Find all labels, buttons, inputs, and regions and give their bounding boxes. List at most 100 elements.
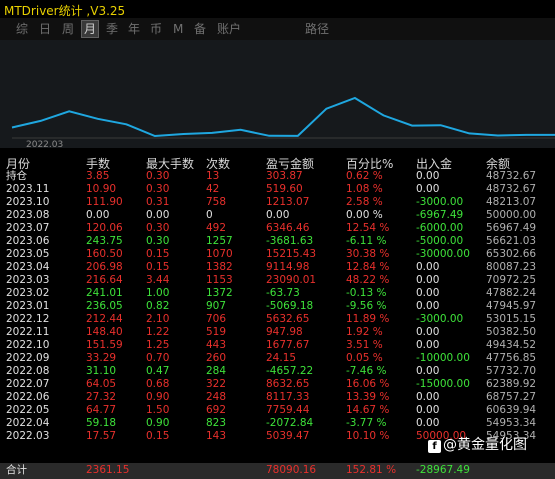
cell-balance: 54953.34 — [486, 417, 537, 429]
tab-notes[interactable]: 备 — [192, 21, 208, 37]
cell-deposit: 0.00 — [416, 339, 440, 351]
cell-balance: 80087.23 — [486, 261, 537, 273]
table-row: 2022.08 31.10 0.47 284 -4657.22 -7.46 % 0.00 57… — [0, 365, 555, 378]
stats-table: 持仓 3.85 0.30 13 303.87 0.62 % 0.00 48732.67 2023… — [0, 170, 555, 443]
app-title: MTDriver统计 ,V3.25 — [4, 4, 126, 18]
cell-max-lots: 0.30 — [146, 170, 170, 182]
cell-profit: 8632.65 — [266, 378, 310, 390]
cell-month: 2023.03 — [6, 274, 50, 286]
tab-year[interactable]: 年 — [126, 21, 142, 37]
cell-lots: 0.00 — [86, 209, 110, 221]
table-row: 2023.02 241.01 1.00 1372 -63.73 -0.13 % 0.00 47… — [0, 287, 555, 300]
cell-lots: 3.85 — [86, 170, 110, 182]
cell-trades: 1070 — [206, 248, 233, 260]
cell-balance: 53015.15 — [486, 313, 537, 325]
cell-lots: 236.05 — [86, 300, 123, 312]
cell-max-lots: 0.30 — [146, 222, 170, 234]
cell-month: 2022.10 — [6, 339, 50, 351]
cell-lots: 243.75 — [86, 235, 123, 247]
cell-max-lots: 0.90 — [146, 417, 170, 429]
cell-percent: 0.05 % — [346, 352, 383, 364]
cell-profit: 9114.98 — [266, 261, 310, 273]
cell-trades: 692 — [206, 404, 227, 416]
cell-max-lots: 0.31 — [146, 196, 170, 208]
tab-magic[interactable]: M — [171, 21, 185, 37]
cell-trades: 1372 — [206, 287, 233, 299]
cell-balance: 60639.94 — [486, 404, 537, 416]
cell-month: 2022.03 — [6, 430, 50, 442]
cell-month: 2023.02 — [6, 287, 50, 299]
table-row: 2022.10 151.59 1.25 443 1677.67 3.51 % 0.00 494… — [0, 339, 555, 352]
cell-deposit: -5000.00 — [416, 235, 464, 247]
table-row: 2023.03 216.64 3.44 1153 23090.01 48.22 % 0.00… — [0, 274, 555, 287]
cell-lots: 64.05 — [86, 378, 117, 390]
cell-max-lots: 1.22 — [146, 326, 170, 338]
cell-month: 2023.05 — [6, 248, 50, 260]
cell-month: 2023.06 — [6, 235, 50, 247]
table-row: 2022.12 212.44 2.10 706 5632.65 11.89 % -3000.… — [0, 313, 555, 326]
cell-max-lots: 0.15 — [146, 248, 170, 260]
table-row: 2023.08 0.00 0.00 0 0.00 0.00 % -6967.49 50000.… — [0, 209, 555, 222]
cell-month: 2022.07 — [6, 378, 50, 390]
cell-month: 2023.04 — [6, 261, 50, 273]
cell-trades: 443 — [206, 339, 227, 351]
cell-profit: 1677.67 — [266, 339, 310, 351]
tab-summary[interactable]: 综 — [14, 21, 30, 37]
cell-trades: 519 — [206, 326, 227, 338]
cell-percent: 30.38 % — [346, 248, 390, 260]
cell-balance: 49434.52 — [486, 339, 537, 351]
cell-balance: 65302.66 — [486, 248, 537, 260]
cell-trades: 42 — [206, 183, 220, 195]
cell-trades: 492 — [206, 222, 227, 234]
cell-balance: 47945.97 — [486, 300, 537, 312]
cell-month: 2022.09 — [6, 352, 50, 364]
cell-max-lots: 0.47 — [146, 365, 170, 377]
cell-balance: 57732.70 — [486, 365, 537, 377]
tab-month[interactable]: 月 — [81, 20, 100, 38]
cell-profit: 5632.65 — [266, 313, 310, 325]
cell-max-lots: 2.10 — [146, 313, 170, 325]
cell-max-lots: 0.70 — [146, 352, 170, 364]
cell-deposit: 0.00 — [416, 183, 440, 195]
cell-lots: 27.32 — [86, 391, 117, 403]
table-row: 2022.06 27.32 0.90 248 8117.33 13.39 % 0.00 687… — [0, 391, 555, 404]
total-row: 合计 2361.15 78090.16 152.81 % -28967.49 — [0, 463, 555, 479]
total-label: 合计 — [6, 464, 27, 476]
cell-max-lots: 0.90 — [146, 391, 170, 403]
cell-balance: 50000.00 — [486, 209, 537, 221]
cell-percent: 1.92 % — [346, 326, 383, 338]
cell-deposit: 0.00 — [416, 261, 440, 273]
cell-max-lots: 3.44 — [146, 274, 170, 286]
tab-quarter[interactable]: 季 — [104, 21, 120, 37]
cell-max-lots: 1.50 — [146, 404, 170, 416]
cell-deposit: -15000.00 — [416, 378, 470, 390]
cell-lots: 120.06 — [86, 222, 123, 234]
cell-deposit: 0.00 — [416, 300, 440, 312]
cell-percent: -0.13 % — [346, 287, 387, 299]
cell-profit: -2072.84 — [266, 417, 314, 429]
cell-month: 2023.10 — [6, 196, 50, 208]
cell-profit: 0.00 — [266, 209, 290, 221]
table-row: 2022.07 64.05 0.68 322 8632.65 16.06 % -15000.… — [0, 378, 555, 391]
cell-percent: 48.22 % — [346, 274, 390, 286]
cell-deposit: -10000.00 — [416, 352, 470, 364]
cell-lots: 17.57 — [86, 430, 117, 442]
tab-day[interactable]: 日 — [37, 21, 53, 37]
cell-percent: 10.10 % — [346, 430, 390, 442]
cell-month: 2022.05 — [6, 404, 50, 416]
cell-lots: 216.64 — [86, 274, 123, 286]
cell-trades: 1153 — [206, 274, 233, 286]
table-row: 2023.01 236.05 0.82 907 -5069.18 -9.56 % 0.00 4… — [0, 300, 555, 313]
table-row: 持仓 3.85 0.30 13 303.87 0.62 % 0.00 48732.67 — [0, 170, 555, 183]
cell-percent: 13.39 % — [346, 391, 390, 403]
tab-currency[interactable]: 币 — [148, 21, 164, 37]
cell-profit: 947.98 — [266, 326, 303, 338]
weibo-icon: f — [428, 440, 441, 453]
cell-month: 2022.06 — [6, 391, 50, 403]
tab-path[interactable]: 路径 — [303, 21, 331, 37]
cell-profit: -63.73 — [266, 287, 300, 299]
cell-trades: 1382 — [206, 261, 233, 273]
tab-week[interactable]: 周 — [60, 21, 76, 37]
tab-account[interactable]: 账户 — [215, 21, 243, 37]
cell-month: 2022.08 — [6, 365, 50, 377]
